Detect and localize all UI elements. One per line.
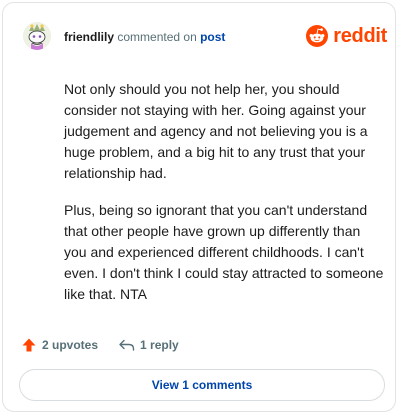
reply-icon [119, 339, 135, 351]
comment-body: Not only should you not help her, you sh… [64, 79, 386, 321]
comment-byline: friendlily commented on post [64, 30, 225, 44]
comment-footer: 2 upvotes 1 reply [21, 334, 179, 356]
upvote-button[interactable]: 2 upvotes [21, 337, 98, 353]
comment-paragraph: Not only should you not help her, you sh… [64, 81, 368, 181]
comment-paragraph: Plus, being so ignorant that you can't u… [64, 202, 384, 302]
reply-count: 1 reply [140, 338, 179, 352]
comment-header: friendlily commented on post reddit [23, 22, 387, 52]
reddit-wordmark: reddit [333, 24, 387, 47]
action-text: commented on [117, 30, 197, 44]
comment-card: friendlily commented on post reddit Not … [2, 2, 396, 412]
reddit-brand[interactable]: reddit [306, 22, 387, 50]
reddit-logo-icon [306, 25, 329, 47]
avatar[interactable] [23, 22, 51, 50]
upvote-arrow-icon [22, 338, 36, 352]
username-link[interactable]: friendlily [64, 30, 114, 44]
reply-button[interactable]: 1 reply [118, 337, 179, 353]
post-link[interactable]: post [200, 30, 225, 44]
snoo-avatar-icon [23, 22, 51, 50]
upvote-count: 2 upvotes [42, 338, 99, 352]
view-comments-button[interactable]: View 1 comments [19, 369, 385, 401]
